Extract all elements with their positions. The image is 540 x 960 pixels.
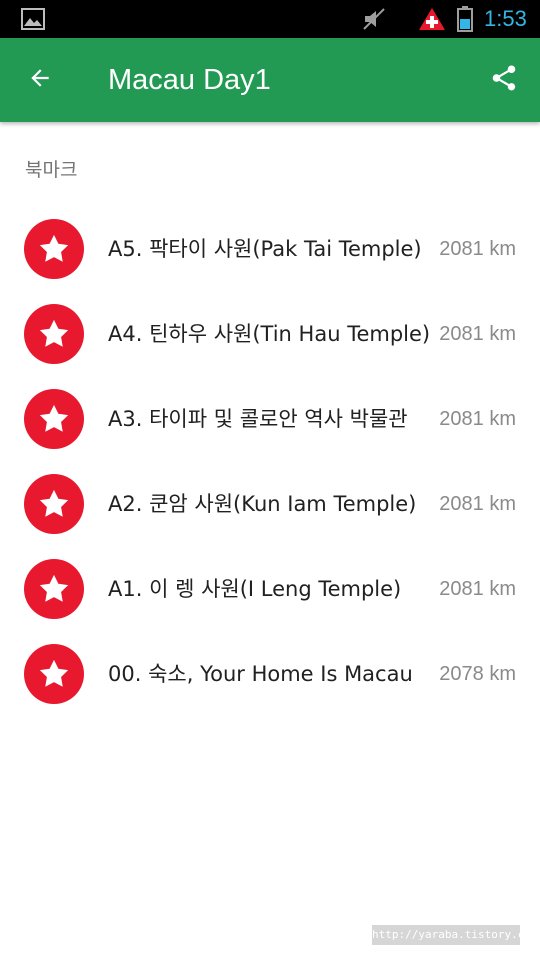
app-bar: Macau Day1 [0, 38, 540, 122]
list-item[interactable]: 00. 숙소, Your Home Is Macau 2078 km [0, 631, 540, 716]
bookmark-list: A5. 팍타이 사원(Pak Tai Temple) 2081 km A4. 틴… [0, 206, 540, 716]
list-item-title: A2. 쿤암 사원(Kun Iam Temple) [108, 492, 417, 516]
list-item[interactable]: A2. 쿤암 사원(Kun Iam Temple) 2081 km [0, 461, 540, 546]
list-item-title: A1. 이 렝 사원(I Leng Temple) [108, 577, 402, 601]
list-item[interactable]: A1. 이 렝 사원(I Leng Temple) 2081 km [0, 546, 540, 631]
watermark-text: http://yaraba.tistory.com [372, 925, 538, 945]
list-item-distance: 2078 km [439, 663, 516, 685]
list-item-distance: 2081 km [439, 238, 516, 260]
share-button[interactable] [480, 56, 528, 104]
list-item[interactable]: A5. 팍타이 사원(Pak Tai Temple) 2081 km [0, 206, 540, 291]
list-item-distance: 2081 km [439, 493, 516, 515]
section-header-bookmarks: 북마크 [25, 159, 78, 181]
list-item-distance: 2081 km [439, 323, 516, 345]
star-icon [24, 219, 84, 279]
status-clock: 1:53 [484, 6, 527, 31]
star-icon [24, 389, 84, 449]
share-icon [489, 63, 519, 97]
back-button[interactable] [16, 56, 64, 104]
list-item-distance: 2081 km [439, 408, 516, 430]
list-item-title: A4. 틴하우 사원(Tin Hau Temple) [108, 322, 431, 346]
status-bar: 1:53 [0, 0, 540, 38]
star-icon [24, 559, 84, 619]
list-item-title: A3. 타이파 및 콜로안 역사 박물관 [108, 407, 408, 431]
alert-icon [418, 7, 446, 31]
list-item-distance: 2081 km [439, 578, 516, 600]
star-icon [24, 644, 84, 704]
star-icon [24, 474, 84, 534]
page-title: Macau Day1 [108, 64, 271, 96]
mute-icon [362, 7, 388, 31]
gallery-icon [21, 8, 45, 30]
star-icon [24, 304, 84, 364]
list-item[interactable]: A4. 틴하우 사원(Tin Hau Temple) 2081 km [0, 291, 540, 376]
list-item-title: A5. 팍타이 사원(Pak Tai Temple) [108, 237, 422, 261]
list-item[interactable]: A3. 타이파 및 콜로안 역사 박물관 2081 km [0, 376, 540, 461]
battery-icon [457, 6, 473, 32]
list-item-title: 00. 숙소, Your Home Is Macau [108, 662, 413, 686]
arrow-back-icon [27, 65, 53, 95]
